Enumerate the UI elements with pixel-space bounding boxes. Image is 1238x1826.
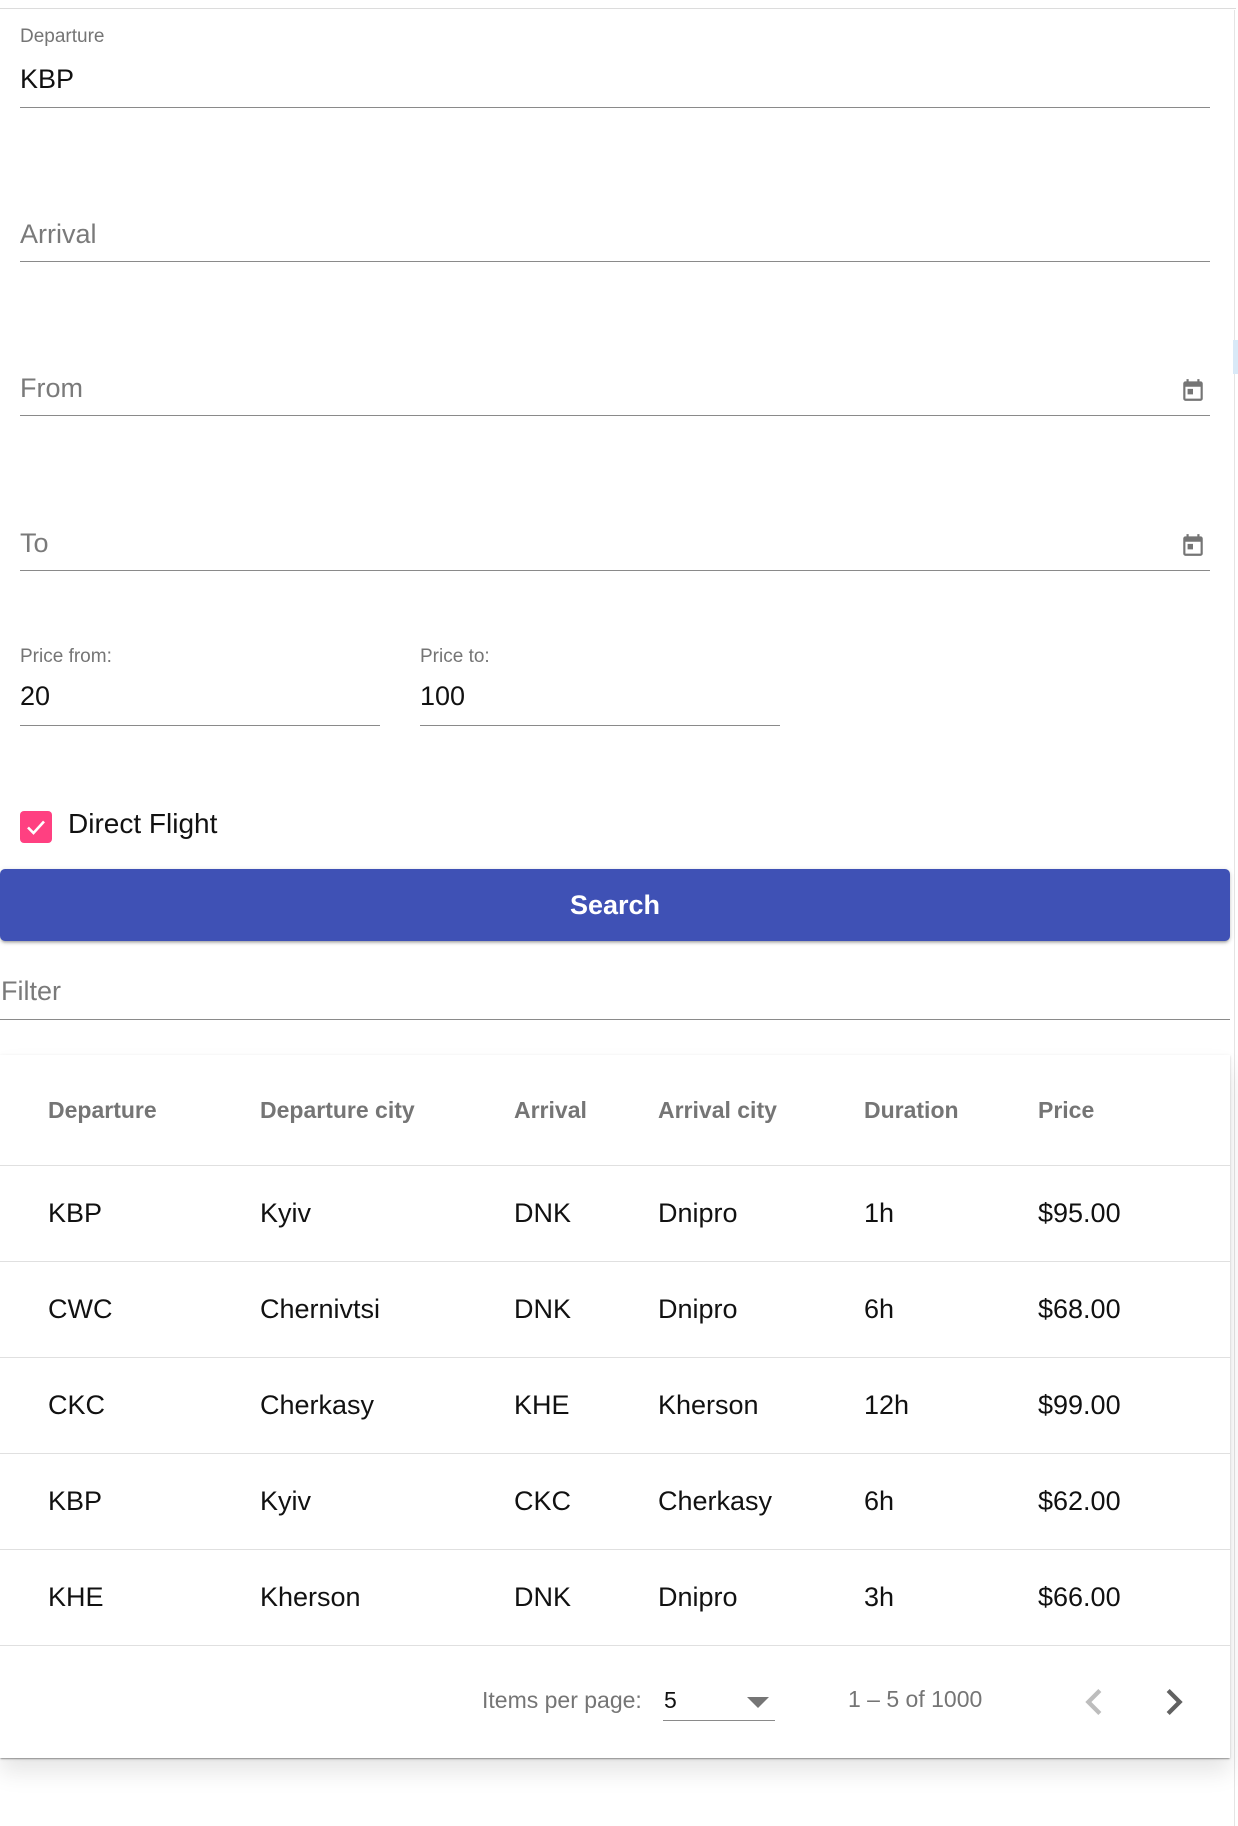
results-table: Departure Departure city Arrival Arrival… [0, 1055, 1230, 1646]
price-from-field[interactable]: Price from: 20 [20, 646, 380, 726]
cell-price: $95.00 [990, 1165, 1230, 1262]
header-departure: Departure [0, 1055, 212, 1166]
cell-duration: 6h [816, 1261, 990, 1358]
cell-duration: 3h [816, 1549, 990, 1646]
table-row[interactable]: CWC Chernivtsi DNK Dnipro 6h $68.00 [0, 1261, 1230, 1358]
cell-arrival-city: Dnipro [610, 1165, 816, 1262]
next-page-button[interactable] [1148, 1676, 1200, 1728]
cell-duration: 12h [816, 1357, 990, 1454]
arrival-field[interactable]: Arrival [20, 200, 1210, 262]
cell-arrival: CKC [466, 1453, 610, 1550]
filter-placeholder: Filter [1, 976, 61, 1006]
header-duration: Duration [816, 1055, 990, 1166]
search-button[interactable]: Search [0, 869, 1230, 941]
table-row[interactable]: KBP Kyiv CKC Cherkasy 6h $62.00 [0, 1453, 1230, 1550]
cell-departure-city: Cherkasy [212, 1357, 466, 1454]
check-icon [27, 820, 45, 835]
header-departure-city: Departure city [212, 1055, 466, 1166]
cell-departure-city: Kherson [212, 1549, 466, 1646]
cell-arrival-city: Cherkasy [610, 1453, 816, 1550]
cell-price: $99.00 [990, 1357, 1230, 1454]
price-to-underline [420, 725, 780, 726]
arrival-placeholder: Arrival [20, 219, 97, 249]
from-date-underline [20, 415, 1210, 416]
to-date-placeholder: To [20, 528, 49, 558]
previous-page-button[interactable] [1068, 1676, 1120, 1728]
filter-field[interactable]: Filter [0, 970, 1230, 1020]
chevron-left-icon [1085, 1689, 1102, 1715]
departure-value[interactable]: KBP [20, 64, 74, 95]
filter-underline [0, 1019, 1230, 1020]
cell-duration: 1h [816, 1165, 990, 1262]
cell-arrival-city: Dnipro [610, 1261, 816, 1358]
cell-arrival: DNK [466, 1261, 610, 1358]
table-header-row: Departure Departure city Arrival Arrival… [0, 1055, 1230, 1166]
price-to-field[interactable]: Price to: 100 [420, 646, 780, 726]
departure-field[interactable]: Departure KBP [20, 26, 1210, 108]
cell-price: $68.00 [990, 1261, 1230, 1358]
page-range-label: 1 – 5 of 1000 [848, 1686, 983, 1712]
cell-departure-city: Chernivtsi [212, 1261, 466, 1358]
right-edge-highlight [1233, 340, 1238, 374]
cell-arrival: KHE [466, 1357, 610, 1454]
cell-arrival-city: Kherson [610, 1357, 816, 1454]
departure-underline [20, 107, 1210, 108]
to-date-underline [20, 570, 1210, 571]
arrival-underline [20, 261, 1210, 262]
top-divider [0, 8, 1236, 9]
cell-departure: KBP [0, 1165, 212, 1262]
direct-flight-checkbox[interactable] [20, 811, 52, 843]
items-per-page-label: Items per page: [482, 1687, 642, 1713]
chevron-right-icon [1166, 1689, 1183, 1715]
paginator: Items per page: 5 1 – 5 of 1000 [0, 1646, 1230, 1758]
cell-arrival: DNK [466, 1165, 610, 1262]
header-price: Price [990, 1055, 1230, 1166]
cell-price: $66.00 [990, 1549, 1230, 1646]
cell-departure-city: Kyiv [212, 1165, 466, 1262]
cell-duration: 6h [816, 1453, 990, 1550]
cell-arrival: DNK [466, 1549, 610, 1646]
to-date-field[interactable]: To [20, 509, 1210, 571]
price-from-underline [20, 725, 380, 726]
price-to-label: Price to: [420, 646, 490, 667]
dropdown-arrow-icon [747, 1697, 769, 1708]
items-per-page-value: 5 [664, 1687, 677, 1713]
direct-flight-label[interactable]: Direct Flight [68, 808, 217, 840]
price-from-label: Price from: [20, 646, 112, 667]
departure-label: Departure [20, 26, 105, 47]
cell-arrival-city: Dnipro [610, 1549, 816, 1646]
from-date-placeholder: From [20, 373, 83, 403]
table-row[interactable]: KHE Kherson DNK Dnipro 3h $66.00 [0, 1549, 1230, 1646]
items-per-page-select[interactable]: 5 [663, 1682, 775, 1721]
calendar-icon[interactable] [1180, 377, 1206, 403]
from-date-field[interactable]: From [20, 354, 1210, 416]
table-row[interactable]: CKC Cherkasy KHE Kherson 12h $99.00 [0, 1357, 1230, 1454]
cell-departure: CWC [0, 1261, 212, 1358]
calendar-icon[interactable] [1180, 532, 1206, 558]
table-row[interactable]: KBP Kyiv DNK Dnipro 1h $95.00 [0, 1165, 1230, 1262]
cell-departure-city: Kyiv [212, 1453, 466, 1550]
cell-price: $62.00 [990, 1453, 1230, 1550]
price-from-value[interactable]: 20 [20, 681, 50, 712]
cell-departure: KBP [0, 1453, 212, 1550]
cell-departure: CKC [0, 1357, 212, 1454]
price-to-value[interactable]: 100 [420, 681, 465, 712]
cell-departure: KHE [0, 1549, 212, 1646]
header-arrival-city: Arrival city [610, 1055, 816, 1166]
header-arrival: Arrival [466, 1055, 610, 1166]
right-edge-divider [1234, 10, 1235, 1826]
